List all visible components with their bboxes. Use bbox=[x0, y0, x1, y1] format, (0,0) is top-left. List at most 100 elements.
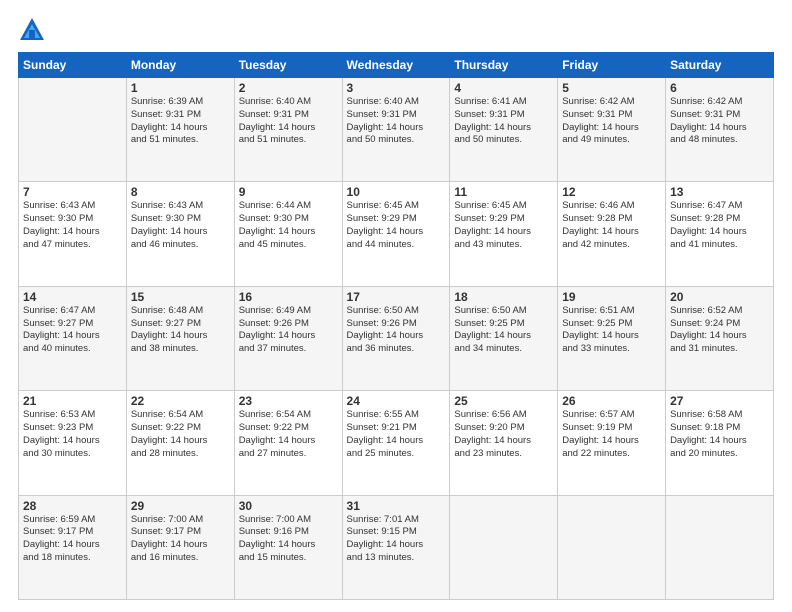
day-info: Sunrise: 6:40 AM Sunset: 9:31 PM Dayligh… bbox=[347, 96, 446, 147]
day-number: 1 bbox=[131, 81, 230, 95]
day-info: Sunrise: 6:43 AM Sunset: 9:30 PM Dayligh… bbox=[131, 200, 230, 251]
day-number: 29 bbox=[131, 499, 230, 513]
day-number: 6 bbox=[670, 81, 769, 95]
calendar-week-1: 1Sunrise: 6:39 AM Sunset: 9:31 PM Daylig… bbox=[19, 78, 774, 182]
calendar-cell: 17Sunrise: 6:50 AM Sunset: 9:26 PM Dayli… bbox=[342, 286, 450, 390]
day-info: Sunrise: 6:56 AM Sunset: 9:20 PM Dayligh… bbox=[454, 409, 553, 460]
calendar-header-row: SundayMondayTuesdayWednesdayThursdayFrid… bbox=[19, 53, 774, 78]
day-info: Sunrise: 6:55 AM Sunset: 9:21 PM Dayligh… bbox=[347, 409, 446, 460]
calendar-week-2: 7Sunrise: 6:43 AM Sunset: 9:30 PM Daylig… bbox=[19, 182, 774, 286]
day-number: 19 bbox=[562, 290, 661, 304]
day-info: Sunrise: 6:57 AM Sunset: 9:19 PM Dayligh… bbox=[562, 409, 661, 460]
calendar-table: SundayMondayTuesdayWednesdayThursdayFrid… bbox=[18, 52, 774, 600]
calendar-cell: 5Sunrise: 6:42 AM Sunset: 9:31 PM Daylig… bbox=[558, 78, 666, 182]
calendar-cell: 15Sunrise: 6:48 AM Sunset: 9:27 PM Dayli… bbox=[126, 286, 234, 390]
day-info: Sunrise: 6:54 AM Sunset: 9:22 PM Dayligh… bbox=[239, 409, 338, 460]
calendar-cell: 25Sunrise: 6:56 AM Sunset: 9:20 PM Dayli… bbox=[450, 391, 558, 495]
day-info: Sunrise: 6:50 AM Sunset: 9:25 PM Dayligh… bbox=[454, 305, 553, 356]
day-number: 30 bbox=[239, 499, 338, 513]
calendar-cell: 7Sunrise: 6:43 AM Sunset: 9:30 PM Daylig… bbox=[19, 182, 127, 286]
calendar-cell: 31Sunrise: 7:01 AM Sunset: 9:15 PM Dayli… bbox=[342, 495, 450, 599]
day-number: 2 bbox=[239, 81, 338, 95]
day-number: 25 bbox=[454, 394, 553, 408]
calendar-cell: 27Sunrise: 6:58 AM Sunset: 9:18 PM Dayli… bbox=[666, 391, 774, 495]
day-info: Sunrise: 6:46 AM Sunset: 9:28 PM Dayligh… bbox=[562, 200, 661, 251]
day-info: Sunrise: 6:53 AM Sunset: 9:23 PM Dayligh… bbox=[23, 409, 122, 460]
calendar-cell: 21Sunrise: 6:53 AM Sunset: 9:23 PM Dayli… bbox=[19, 391, 127, 495]
calendar-cell: 14Sunrise: 6:47 AM Sunset: 9:27 PM Dayli… bbox=[19, 286, 127, 390]
day-info: Sunrise: 6:47 AM Sunset: 9:27 PM Dayligh… bbox=[23, 305, 122, 356]
day-number: 7 bbox=[23, 185, 122, 199]
day-number: 23 bbox=[239, 394, 338, 408]
calendar-cell: 28Sunrise: 6:59 AM Sunset: 9:17 PM Dayli… bbox=[19, 495, 127, 599]
day-info: Sunrise: 6:42 AM Sunset: 9:31 PM Dayligh… bbox=[562, 96, 661, 147]
calendar-cell: 16Sunrise: 6:49 AM Sunset: 9:26 PM Dayli… bbox=[234, 286, 342, 390]
calendar-cell: 30Sunrise: 7:00 AM Sunset: 9:16 PM Dayli… bbox=[234, 495, 342, 599]
col-header-sunday: Sunday bbox=[19, 53, 127, 78]
calendar-cell: 1Sunrise: 6:39 AM Sunset: 9:31 PM Daylig… bbox=[126, 78, 234, 182]
day-info: Sunrise: 6:49 AM Sunset: 9:26 PM Dayligh… bbox=[239, 305, 338, 356]
day-info: Sunrise: 6:51 AM Sunset: 9:25 PM Dayligh… bbox=[562, 305, 661, 356]
calendar-cell: 13Sunrise: 6:47 AM Sunset: 9:28 PM Dayli… bbox=[666, 182, 774, 286]
calendar-cell: 9Sunrise: 6:44 AM Sunset: 9:30 PM Daylig… bbox=[234, 182, 342, 286]
calendar-cell bbox=[666, 495, 774, 599]
day-info: Sunrise: 6:45 AM Sunset: 9:29 PM Dayligh… bbox=[347, 200, 446, 251]
col-header-tuesday: Tuesday bbox=[234, 53, 342, 78]
col-header-monday: Monday bbox=[126, 53, 234, 78]
calendar-cell: 2Sunrise: 6:40 AM Sunset: 9:31 PM Daylig… bbox=[234, 78, 342, 182]
day-number: 10 bbox=[347, 185, 446, 199]
calendar-cell: 19Sunrise: 6:51 AM Sunset: 9:25 PM Dayli… bbox=[558, 286, 666, 390]
col-header-thursday: Thursday bbox=[450, 53, 558, 78]
calendar-cell: 20Sunrise: 6:52 AM Sunset: 9:24 PM Dayli… bbox=[666, 286, 774, 390]
day-info: Sunrise: 7:00 AM Sunset: 9:17 PM Dayligh… bbox=[131, 514, 230, 565]
calendar-cell: 22Sunrise: 6:54 AM Sunset: 9:22 PM Dayli… bbox=[126, 391, 234, 495]
day-number: 3 bbox=[347, 81, 446, 95]
day-info: Sunrise: 6:43 AM Sunset: 9:30 PM Dayligh… bbox=[23, 200, 122, 251]
calendar-cell bbox=[19, 78, 127, 182]
calendar-week-5: 28Sunrise: 6:59 AM Sunset: 9:17 PM Dayli… bbox=[19, 495, 774, 599]
day-number: 16 bbox=[239, 290, 338, 304]
day-number: 20 bbox=[670, 290, 769, 304]
calendar-cell: 8Sunrise: 6:43 AM Sunset: 9:30 PM Daylig… bbox=[126, 182, 234, 286]
day-number: 24 bbox=[347, 394, 446, 408]
day-number: 14 bbox=[23, 290, 122, 304]
day-info: Sunrise: 7:00 AM Sunset: 9:16 PM Dayligh… bbox=[239, 514, 338, 565]
day-number: 5 bbox=[562, 81, 661, 95]
header bbox=[18, 16, 774, 44]
day-number: 27 bbox=[670, 394, 769, 408]
calendar-cell: 10Sunrise: 6:45 AM Sunset: 9:29 PM Dayli… bbox=[342, 182, 450, 286]
calendar-cell bbox=[558, 495, 666, 599]
day-number: 11 bbox=[454, 185, 553, 199]
calendar-week-4: 21Sunrise: 6:53 AM Sunset: 9:23 PM Dayli… bbox=[19, 391, 774, 495]
day-number: 17 bbox=[347, 290, 446, 304]
day-info: Sunrise: 6:41 AM Sunset: 9:31 PM Dayligh… bbox=[454, 96, 553, 147]
calendar-week-3: 14Sunrise: 6:47 AM Sunset: 9:27 PM Dayli… bbox=[19, 286, 774, 390]
day-info: Sunrise: 6:45 AM Sunset: 9:29 PM Dayligh… bbox=[454, 200, 553, 251]
calendar-cell: 24Sunrise: 6:55 AM Sunset: 9:21 PM Dayli… bbox=[342, 391, 450, 495]
day-info: Sunrise: 6:47 AM Sunset: 9:28 PM Dayligh… bbox=[670, 200, 769, 251]
logo-icon bbox=[18, 16, 46, 44]
day-number: 18 bbox=[454, 290, 553, 304]
calendar-cell: 26Sunrise: 6:57 AM Sunset: 9:19 PM Dayli… bbox=[558, 391, 666, 495]
col-header-wednesday: Wednesday bbox=[342, 53, 450, 78]
calendar-cell: 29Sunrise: 7:00 AM Sunset: 9:17 PM Dayli… bbox=[126, 495, 234, 599]
day-number: 4 bbox=[454, 81, 553, 95]
day-info: Sunrise: 6:50 AM Sunset: 9:26 PM Dayligh… bbox=[347, 305, 446, 356]
day-number: 28 bbox=[23, 499, 122, 513]
day-number: 8 bbox=[131, 185, 230, 199]
calendar-cell: 4Sunrise: 6:41 AM Sunset: 9:31 PM Daylig… bbox=[450, 78, 558, 182]
day-number: 26 bbox=[562, 394, 661, 408]
day-info: Sunrise: 7:01 AM Sunset: 9:15 PM Dayligh… bbox=[347, 514, 446, 565]
col-header-saturday: Saturday bbox=[666, 53, 774, 78]
day-info: Sunrise: 6:58 AM Sunset: 9:18 PM Dayligh… bbox=[670, 409, 769, 460]
day-number: 15 bbox=[131, 290, 230, 304]
day-number: 13 bbox=[670, 185, 769, 199]
day-info: Sunrise: 6:48 AM Sunset: 9:27 PM Dayligh… bbox=[131, 305, 230, 356]
logo bbox=[18, 16, 50, 44]
day-number: 9 bbox=[239, 185, 338, 199]
day-info: Sunrise: 6:39 AM Sunset: 9:31 PM Dayligh… bbox=[131, 96, 230, 147]
calendar-cell: 12Sunrise: 6:46 AM Sunset: 9:28 PM Dayli… bbox=[558, 182, 666, 286]
day-info: Sunrise: 6:54 AM Sunset: 9:22 PM Dayligh… bbox=[131, 409, 230, 460]
page: SundayMondayTuesdayWednesdayThursdayFrid… bbox=[0, 0, 792, 612]
day-number: 22 bbox=[131, 394, 230, 408]
